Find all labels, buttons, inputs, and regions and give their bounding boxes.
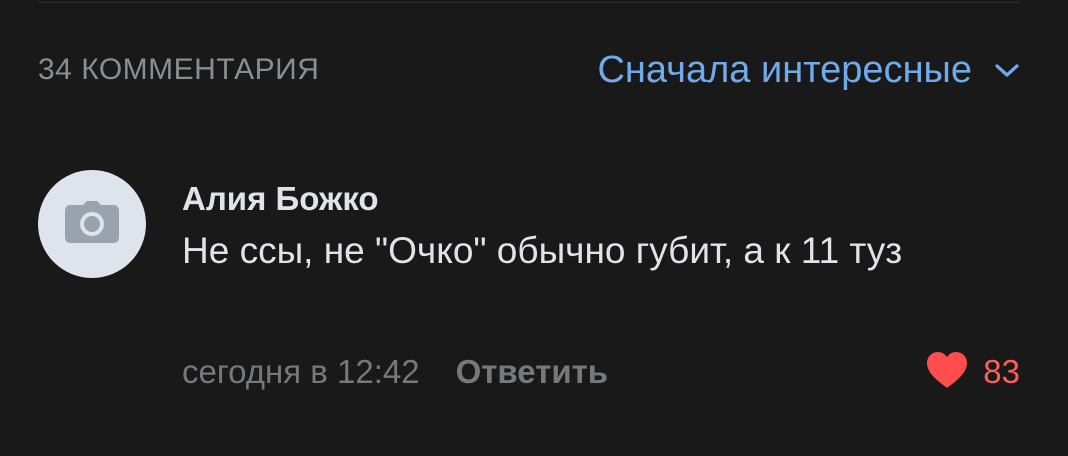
divider xyxy=(38,2,1020,3)
comments-panel: 34 КОММЕНТАРИЯ Сначала интересные Алия Б… xyxy=(0,0,1068,456)
avatar[interactable] xyxy=(38,170,146,278)
comment-author[interactable]: Алия Божко xyxy=(182,178,1020,220)
comment-body: Алия Божко Не ссы, не "Очко" обычно губи… xyxy=(182,178,1020,390)
reply-button[interactable]: Ответить xyxy=(456,353,609,391)
sort-label[interactable]: Сначала интересные xyxy=(597,49,972,92)
comment-meta: сегодня в 12:42 Ответить 83 xyxy=(182,350,1020,394)
chevron-down-icon[interactable] xyxy=(994,63,1020,79)
sort-dropdown[interactable]: Сначала интересные xyxy=(597,49,1020,92)
camera-icon xyxy=(64,200,120,248)
like-button[interactable]: 83 xyxy=(925,350,1020,394)
comments-header: 34 КОММЕНТАРИЯ Сначала интересные xyxy=(38,48,1020,92)
comment-text: Не ссы, не "Очко" обычно губит, а к 11 т… xyxy=(182,230,903,271)
comments-count: 34 КОММЕНТАРИЯ xyxy=(38,53,320,86)
comment-timestamp[interactable]: сегодня в 12:42 xyxy=(182,353,420,391)
heart-icon[interactable] xyxy=(925,351,969,394)
like-count: 83 xyxy=(983,353,1020,390)
